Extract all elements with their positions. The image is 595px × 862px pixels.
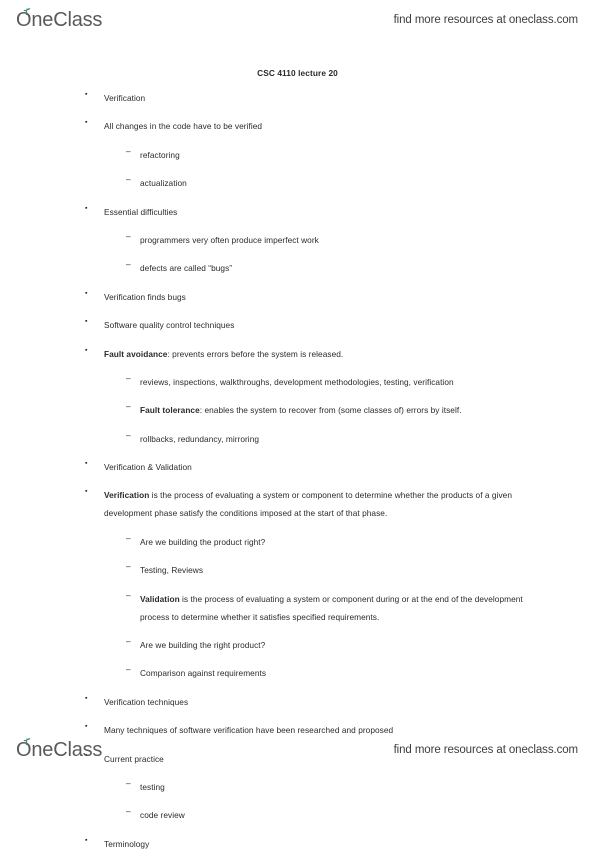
footer-promo-text: find more resources at oneclass.com (393, 744, 579, 756)
dash-marker-icon: – (126, 777, 131, 788)
bullet-item-text: refactoring (140, 149, 180, 160)
bullet-item-term: Verification (104, 490, 150, 501)
bullet-item-text: reviews, inspections, walkthroughs, deve… (140, 376, 454, 387)
bullet-item-level-2: – rollbacks, redundancy, mirroring (0, 429, 595, 447)
bullet-item-level-1: ▪ Software quality control techniques (0, 315, 595, 333)
bullet-marker-icon: ▪ (85, 119, 88, 127)
bullet-item-text: actualization (140, 178, 187, 189)
dash-marker-icon: – (126, 532, 131, 543)
bullet-item-text: Verification is the process of evaluatin… (104, 490, 513, 519)
bullet-item-level-2: – Are we building the right product? (0, 635, 595, 653)
bullet-item-text: Verification & Validation (104, 462, 192, 473)
bullet-item-text: Are we building the product right? (140, 536, 266, 547)
page-footer: OneClass find more resources at oneclass… (0, 730, 595, 770)
bullet-item-text: Software quality control techniques (104, 320, 235, 331)
bullet-item-level-2: – defects are called “bugs” (0, 258, 595, 276)
bullet-item-text: Essential difficulties (104, 206, 178, 217)
dash-marker-icon: – (126, 174, 131, 185)
page-header: OneClass find more resources at oneclass… (0, 0, 595, 40)
dash-marker-icon: – (126, 561, 131, 572)
oneclass-logo-footer-text: OneClass (16, 739, 103, 761)
bullet-item-text: Are we building the right product? (140, 640, 266, 651)
page-title: CSC 4110 lecture 20 (257, 68, 338, 78)
bullet-item-level-1: ▪ Verification is the process of evaluati… (0, 485, 595, 521)
bullet-item-level-1: ▪ Verification finds bugs (0, 287, 595, 305)
bullet-item-term: Fault tolerance (140, 405, 200, 416)
bullet-item-level-2: – Validation is the process of evaluating… (0, 589, 595, 625)
dash-marker-icon: – (126, 230, 131, 241)
bullet-item-level-2: – Comparison against requirements (0, 663, 595, 681)
bullet-item-level-2: – reviews, inspections, walkthroughs, dev… (0, 372, 595, 390)
bullet-item-level-2: – Testing, Reviews (0, 560, 595, 578)
bullet-item-level-1: ▪ All changes in the code have to be veri… (0, 116, 595, 134)
header-promo-text: find more resources at oneclass.com (393, 14, 579, 26)
bullet-marker-icon: ▪ (85, 836, 88, 844)
bullet-item-level-1: ▪ Essential difficulties (0, 202, 595, 220)
bullet-marker-icon: ▪ (85, 346, 88, 354)
bullet-item-text: Fault avoidance: prevents errors before … (104, 348, 344, 359)
bullet-item-text: code review (140, 810, 185, 821)
bullet-item-level-2: – Fault tolerance: enables the system to … (0, 400, 595, 418)
bullet-item-text: defects are called “bugs” (140, 263, 233, 274)
bullet-item-text: Testing, Reviews (140, 565, 204, 576)
bullet-item-level-1: ▪ Fault avoidance: prevents errors before… (0, 344, 595, 362)
dash-marker-icon: – (126, 589, 131, 600)
dash-marker-icon: – (126, 372, 131, 383)
dash-marker-icon: – (126, 806, 131, 817)
bullet-marker-icon: ▪ (85, 318, 88, 326)
dash-marker-icon: – (126, 429, 131, 440)
bullet-item-text: Fault tolerance: enables the system to r… (140, 405, 462, 416)
bullet-item-text: Verification techniques (104, 696, 189, 707)
bullet-item-level-1: ▪ Verification & Validation (0, 457, 595, 475)
bullet-item-text: Terminology (104, 838, 150, 849)
bullet-item-text: rollbacks, redundancy, mirroring (140, 433, 260, 444)
bullet-marker-icon: ▪ (85, 460, 88, 468)
oneclass-logo-header[interactable]: OneClass (16, 8, 103, 31)
bullet-item-text: Verification finds bugs (104, 291, 186, 302)
dash-marker-icon: – (126, 145, 131, 156)
bullet-item-text: Comparison against requirements (140, 668, 267, 679)
bullet-item-level-1: ▪ Terminology (0, 834, 595, 852)
bullet-item-text: testing (140, 781, 165, 792)
bullet-item-level-2: – code review (0, 805, 595, 823)
dash-marker-icon: – (126, 636, 131, 647)
bullet-marker-icon: ▪ (85, 204, 88, 212)
bullet-item-term: Fault avoidance (104, 348, 168, 359)
bullet-item-level-2: – programmers very often produce imperfec… (0, 230, 595, 248)
bullet-item-term: Validation (140, 593, 180, 604)
bullet-item-level-2: – Are we building the product right? (0, 532, 595, 550)
bullet-item-level-2: – actualization (0, 173, 595, 191)
bullet-marker-icon: ▪ (85, 488, 88, 496)
bullet-item-level-2: – testing (0, 777, 595, 795)
dash-marker-icon: – (126, 664, 131, 675)
oneclass-logo-header-text: OneClass (16, 9, 103, 31)
dash-marker-icon: – (126, 401, 131, 412)
oneclass-logo-footer[interactable]: OneClass (16, 738, 103, 761)
bullet-item-level-1: ▪ Verification (0, 88, 595, 106)
bullet-item-text: Validation is the process of evaluating … (140, 593, 523, 622)
dash-marker-icon: – (126, 259, 131, 270)
bullet-item-text: All changes in the code have to be verif… (104, 121, 263, 132)
bullet-marker-icon: ▪ (85, 289, 88, 297)
bullet-item-level-1: ▪ Verification techniques (0, 692, 595, 710)
bullet-item-text: Verification (104, 93, 146, 103)
bullet-item-level-2: – refactoring (0, 145, 595, 163)
bullet-marker-icon: ▪ (85, 694, 88, 702)
bullet-item-text: programmers very often produce imperfect… (140, 234, 319, 245)
bullet-marker-icon: ▪ (85, 91, 88, 98)
